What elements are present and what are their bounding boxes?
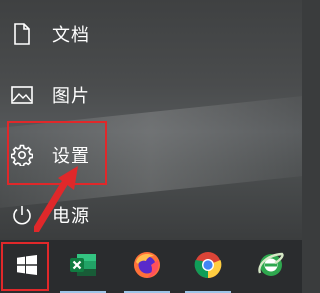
start-menu-item-label: 图片 bbox=[52, 86, 90, 107]
firefox-icon bbox=[132, 250, 162, 284]
taskbar-app-internet-explorer[interactable] bbox=[244, 240, 298, 293]
document-icon bbox=[10, 22, 34, 46]
power-icon bbox=[10, 203, 34, 227]
taskbar-app-firefox[interactable] bbox=[120, 240, 174, 293]
picture-icon bbox=[10, 83, 34, 107]
taskbar-app-chrome[interactable] bbox=[181, 240, 235, 293]
internet-explorer-icon bbox=[257, 251, 285, 283]
pointer-arrow bbox=[34, 166, 78, 232]
start-button-highlight-box bbox=[1, 242, 49, 291]
start-menu-item-documents[interactable]: 文档 bbox=[0, 7, 302, 61]
excel-icon bbox=[69, 252, 97, 282]
chrome-icon bbox=[194, 251, 222, 283]
start-menu-item-label: 文档 bbox=[52, 25, 90, 46]
start-menu-item-pictures[interactable]: 图片 bbox=[0, 68, 302, 122]
taskbar-app-excel[interactable] bbox=[56, 240, 110, 293]
